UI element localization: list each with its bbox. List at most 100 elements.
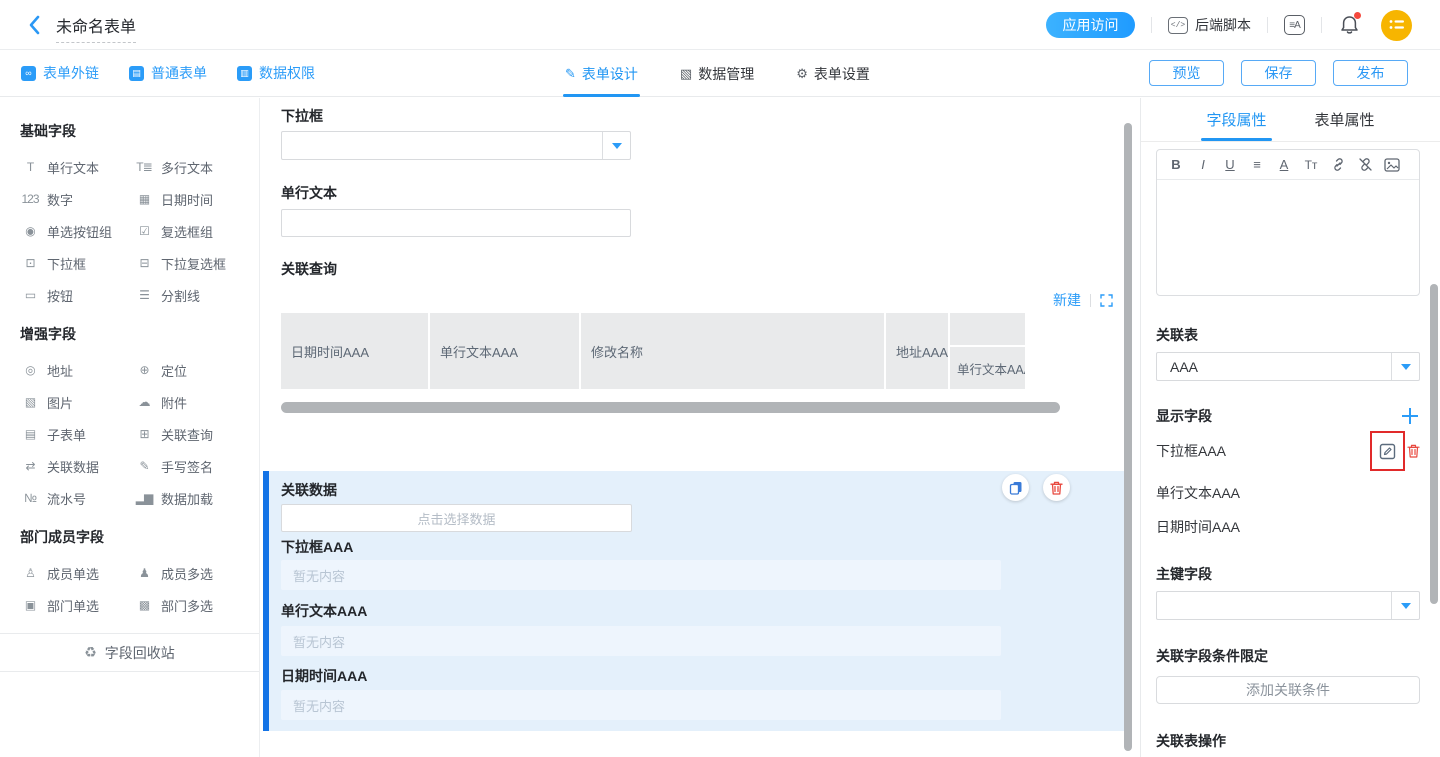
field-library-item[interactable]: ☁ 附件 (134, 386, 248, 418)
field-library-item[interactable]: ⊡ 下拉框 (20, 247, 134, 279)
save-button[interactable]: 保存 (1241, 60, 1316, 86)
field-library-item[interactable]: T≣ 多行文本 (134, 151, 248, 183)
edit-icon[interactable] (1379, 443, 1396, 460)
dropdown-field-input[interactable] (281, 131, 631, 160)
field-library-item[interactable]: ⊟ 下拉复选框 (134, 247, 248, 279)
form-title[interactable]: 未命名表单 (56, 19, 136, 43)
field-library-item[interactable]: ◎ 地址 (20, 354, 134, 386)
editor-content[interactable] (1157, 180, 1419, 295)
primary-key-select[interactable] (1156, 591, 1420, 620)
enhanced-field-items: ◎ 地址 ⊕ 定位 ▧ 图片 (20, 354, 259, 514)
recycle-icon: ♻ (84, 644, 97, 661)
field-library-item[interactable]: № 流水号 (20, 482, 134, 514)
toolbar-left-item[interactable]: ∞ 表单外链 (21, 63, 99, 83)
field-library-item[interactable]: ♟ 成员多选 (134, 557, 248, 589)
toolbar-left-item[interactable]: ▤ 普通表单 (129, 63, 207, 83)
field-library-item[interactable]: ▭ 按钮 (20, 279, 134, 311)
field-library-item[interactable]: ▧ 图片 (20, 386, 134, 418)
address-book-icon[interactable]: ≡A (1284, 15, 1305, 35)
assoc-table-select[interactable]: AAA (1156, 352, 1420, 381)
field-library-item[interactable]: ▦ 日期时间 (134, 183, 248, 215)
field-library-item[interactable]: ▣ 部门单选 (20, 589, 134, 621)
picker-placeholder: 点击选择数据 (417, 509, 495, 528)
separator (1267, 17, 1268, 33)
rich-text-editor[interactable]: B I U ≡ A Tт (1156, 149, 1420, 296)
font-size-icon[interactable]: Tт (1298, 158, 1324, 172)
field-library-item[interactable]: ⊕ 定位 (134, 354, 248, 386)
text-field-input[interactable] (281, 209, 631, 237)
assoc-data-field-card[interactable]: 关联数据 点击选择数据 下拉框AAA 暂无内容 单 (263, 471, 1124, 731)
back-button[interactable] (28, 15, 40, 35)
field-library-item[interactable]: ♙ 成员单选 (20, 557, 134, 589)
field-type-icon: ▂▆ (134, 491, 154, 505)
field-type-icon: ▦ (134, 192, 154, 206)
field-type-icon: ♟ (134, 566, 154, 580)
field-library-item[interactable]: ▩ 部门多选 (134, 589, 248, 621)
field-library-item[interactable]: ▤ 子表单 (20, 418, 134, 450)
new-record-link[interactable]: 新建 (1053, 290, 1081, 310)
text-field-label: 单行文本 (281, 183, 337, 203)
select-caret-segment[interactable] (1391, 592, 1419, 619)
group-title-enhanced: 增强字段 (20, 324, 259, 344)
field-recycle-bin-button[interactable]: ♻ 字段回收站 (0, 633, 259, 672)
group-title-basic: 基础字段 (20, 121, 259, 141)
data-picker-input[interactable]: 点击选择数据 (281, 504, 632, 532)
field-type-icon: ▣ (20, 598, 40, 612)
field-library-item[interactable]: ◉ 单选按钮组 (20, 215, 134, 247)
field-library-item[interactable]: ▂▆ 数据加载 (134, 482, 248, 514)
tab-form-settings[interactable]: ⚙ 表单设置 (796, 50, 870, 97)
field-library-item[interactable]: 123 数字 (20, 183, 134, 215)
chevron-down-icon (1401, 603, 1411, 609)
underline-icon[interactable]: U (1217, 157, 1243, 172)
group-title-member: 部门成员字段 (20, 527, 259, 547)
display-field-row: 下拉框AAA (1156, 441, 1370, 461)
assoc-data-label: 关联数据 (281, 480, 337, 500)
field-library-item[interactable]: ⊞ 关联查询 (134, 418, 248, 450)
annotation-highlight-box (1370, 431, 1405, 471)
bold-icon[interactable]: B (1163, 157, 1189, 172)
preview-button[interactable]: 预览 (1149, 60, 1224, 86)
delete-field-button[interactable] (1043, 474, 1070, 501)
expand-icon[interactable] (1100, 294, 1113, 307)
image-icon[interactable] (1379, 158, 1405, 172)
field-type-icon: № (20, 491, 40, 505)
copy-field-button[interactable] (1002, 474, 1029, 501)
field-library-item[interactable]: ✎ 手写签名 (134, 450, 248, 482)
table-horizontal-scrollbar[interactable] (281, 402, 1060, 413)
link-icon[interactable] (1325, 157, 1351, 172)
tab-data-management[interactable]: ▧ 数据管理 (680, 50, 754, 97)
italic-icon[interactable]: I (1190, 157, 1216, 172)
form-icon: ▤ (129, 66, 144, 81)
unlink-icon[interactable] (1352, 157, 1378, 172)
add-condition-button[interactable]: 添加关联条件 (1156, 676, 1420, 704)
center-tabs: ✎ 表单设计 ▧ 数据管理 ⚙ 表单设置 (565, 50, 870, 97)
dropdown-caret-segment[interactable] (602, 132, 630, 159)
align-icon[interactable]: ≡ (1244, 157, 1270, 172)
field-type-icon: ⊕ (134, 363, 154, 377)
app-access-button[interactable]: 应用访问 (1046, 12, 1135, 38)
field-library-item[interactable]: T 单行文本 (20, 151, 134, 183)
panel-vertical-scrollbar[interactable] (1430, 284, 1438, 604)
backend-script-button[interactable]: </> 后端脚本 (1168, 15, 1251, 35)
canvas-vertical-scrollbar[interactable] (1124, 123, 1132, 751)
notification-dot (1354, 12, 1361, 19)
field-library-item[interactable]: ☑ 复选框组 (134, 215, 248, 247)
notification-bell-button[interactable] (1340, 15, 1359, 35)
display-field-row: 日期时间AAA (1156, 517, 1420, 535)
dropdown-field-label: 下拉框 (281, 106, 323, 126)
assoc-query-table-header: 日期时间AAA 单行文本AAA 修改名称 地址AAA 单行文本AAA (281, 313, 1113, 389)
add-display-field-button[interactable] (1400, 406, 1420, 426)
select-caret-segment[interactable] (1391, 353, 1419, 380)
delete-display-field-icon[interactable] (1407, 444, 1420, 458)
tab-form-design[interactable]: ✎ 表单设计 (565, 50, 638, 97)
form-toolbar: ∞ 表单外链 ▤ 普通表单 ▥ 数据权限 ✎ 表单设计 ▧ (0, 50, 1440, 97)
tab-field-properties[interactable]: 字段属性 (1206, 98, 1266, 141)
font-color-icon[interactable]: A (1271, 157, 1297, 172)
field-type-icon: T (20, 160, 40, 174)
tab-form-properties[interactable]: 表单属性 (1315, 98, 1375, 141)
publish-button[interactable]: 发布 (1333, 60, 1408, 86)
toolbar-left-item[interactable]: ▥ 数据权限 (237, 63, 315, 83)
field-library-item[interactable]: ⇄ 关联数据 (20, 450, 134, 482)
avatar[interactable] (1381, 10, 1412, 41)
field-library-item[interactable]: ☰ 分割线 (134, 279, 248, 311)
